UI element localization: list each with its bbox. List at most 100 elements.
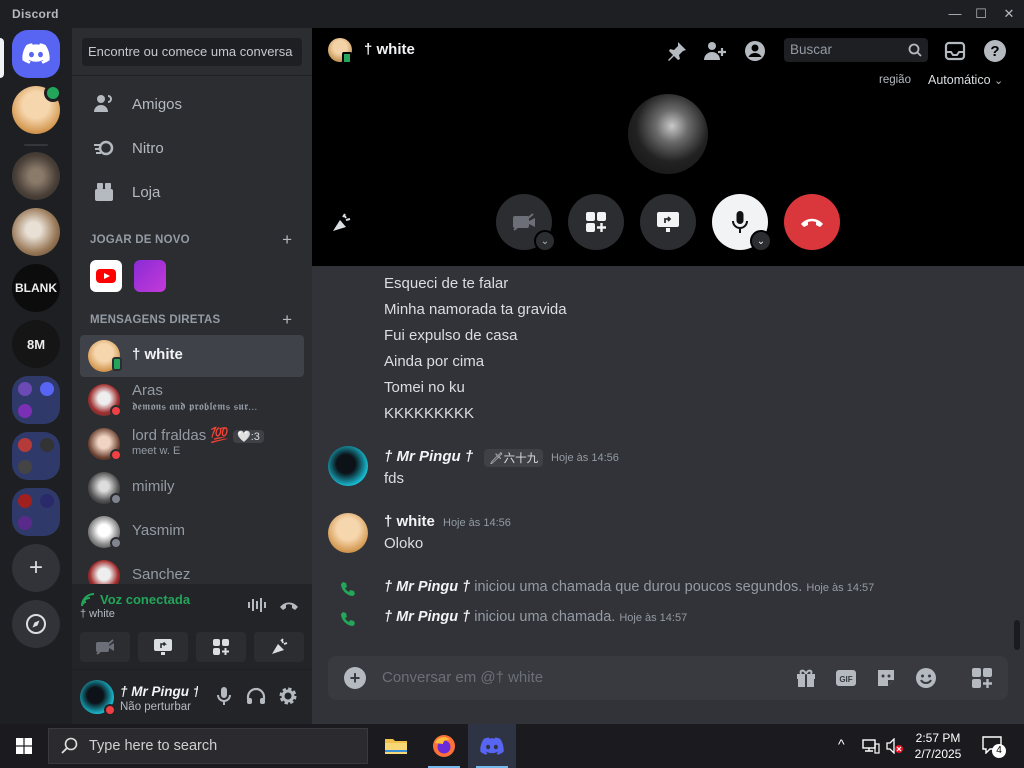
nav-nitro[interactable]: Nitro	[80, 127, 304, 169]
camera-button[interactable]	[80, 632, 130, 662]
sticker-button[interactable]	[874, 666, 898, 690]
dm-item-sanchez[interactable]: Sanchez	[80, 555, 304, 584]
server-icon-bm[interactable]: 8M	[12, 320, 60, 368]
message-text: fds	[384, 470, 405, 487]
discord-taskbar-button[interactable]	[468, 724, 516, 768]
dm-item-mimily[interactable]: mimily	[80, 467, 304, 509]
inbox-icon	[944, 41, 966, 61]
call-participant-avatar[interactable]	[628, 94, 708, 174]
profile-icon	[745, 41, 765, 61]
user-profile-button[interactable]	[742, 38, 768, 64]
maximize-button[interactable]: ☐	[966, 4, 996, 24]
message-author[interactable]: † Mr Pingu †	[384, 448, 473, 465]
explore-servers-button[interactable]	[12, 600, 60, 648]
file-explorer-button[interactable]	[372, 724, 420, 768]
gift-button[interactable]	[794, 666, 818, 690]
game-youtube[interactable]	[90, 260, 122, 292]
message-avatar[interactable]	[328, 513, 368, 553]
close-button[interactable]: ✕	[994, 4, 1024, 24]
message-timestamp: Hoje às 14:56	[443, 517, 511, 529]
header-username[interactable]: † white	[364, 41, 415, 58]
camera-options-button[interactable]: ⌄	[534, 230, 556, 252]
server-icon-dog[interactable]	[12, 208, 60, 256]
noise-suppression-icon[interactable]	[246, 596, 268, 614]
network-icon[interactable]	[862, 738, 880, 754]
system-author[interactable]: † Mr Pingu †	[384, 579, 470, 595]
header-search-input[interactable]: Buscar	[784, 38, 928, 62]
message-text: Fui expulso de casa	[384, 327, 518, 344]
add-server-button[interactable]: +	[12, 544, 60, 592]
soundboard-icon[interactable]	[330, 212, 352, 234]
voice-channel-name: † white	[80, 608, 115, 620]
help-button[interactable]: ?	[982, 38, 1008, 64]
activities-button[interactable]	[196, 632, 246, 662]
server-folder-1[interactable]	[12, 376, 60, 424]
region-select[interactable]: Automático ⌄	[928, 73, 1003, 87]
call-activities-button[interactable]	[568, 194, 624, 250]
message-input[interactable]: Conversar em @† white	[382, 669, 543, 686]
mic-options-button[interactable]: ⌄	[750, 230, 772, 252]
offline-status-icon	[110, 537, 122, 549]
new-dm-button[interactable]: +	[282, 310, 292, 330]
emoji-button[interactable]	[914, 666, 938, 690]
pinned-messages-button[interactable]	[664, 38, 690, 64]
disconnect-icon[interactable]	[278, 598, 300, 612]
start-button[interactable]	[0, 724, 48, 768]
home-button[interactable]	[12, 30, 60, 78]
apps-button[interactable]	[970, 666, 994, 690]
nav-friends[interactable]: Amigos	[80, 83, 304, 125]
play-again-title: JOGAR DE NOVO	[90, 234, 190, 246]
attach-button[interactable]: +	[344, 667, 366, 689]
server-folder-2[interactable]	[12, 432, 60, 480]
game-icon-2[interactable]	[134, 260, 166, 292]
call-camera-button[interactable]: ⌄	[496, 194, 556, 252]
system-text: iniciou uma chamada que durou poucos seg…	[470, 579, 807, 595]
mute-button[interactable]	[212, 684, 236, 708]
inbox-button[interactable]	[942, 38, 968, 64]
chevron-down-icon: ⌄	[756, 235, 766, 247]
main-chat: † white Buscar ? região Automático ⌄ ⌄ ⌄…	[312, 28, 1024, 724]
apps-icon	[972, 668, 992, 688]
message-author[interactable]: † white	[384, 513, 435, 530]
server-folder-3[interactable]	[12, 488, 60, 536]
dm-item-yasmim[interactable]: Yasmim	[80, 511, 304, 553]
play-again-add-button[interactable]: +	[282, 230, 292, 250]
taskbar-search[interactable]: Type here to search	[48, 728, 368, 764]
firefox-button[interactable]	[420, 724, 468, 768]
search-placeholder: Buscar	[790, 42, 833, 57]
deafen-button[interactable]	[244, 684, 268, 708]
dm-item-aras[interactable]: Aras 𝖉𝖊𝖒𝖔𝖓𝖘 𝖆𝖓𝖉 𝖕𝖗𝖔𝖇𝖑𝖊𝖒𝖘 𝖘𝖚𝖗...	[80, 379, 304, 421]
nav-friends-label: Amigos	[132, 95, 183, 113]
call-screen-share-button[interactable]	[640, 194, 696, 250]
notification-center-button[interactable]: 4	[982, 736, 1006, 758]
server-icon-cat[interactable]	[12, 152, 60, 200]
call-mute-button[interactable]: ⌄	[712, 194, 772, 252]
dm-item-white[interactable]: † white	[80, 335, 304, 377]
scrollbar[interactable]	[1014, 620, 1020, 650]
gif-button[interactable]: GIF	[834, 666, 858, 690]
message-text: Esqueci de te falar	[384, 275, 509, 292]
message-avatar[interactable]	[328, 446, 368, 486]
clan-badge[interactable]: 🗡六十九	[484, 449, 544, 467]
dm-item-lord-fraldas[interactable]: lord fraldas 💯 🤍:3 meet w. E	[80, 423, 304, 465]
dm-avatar-white[interactable]	[12, 84, 62, 134]
add-friends-to-dm-button[interactable]	[702, 38, 728, 64]
microphone-icon	[732, 211, 748, 233]
screen-share-button[interactable]	[138, 632, 188, 662]
call-disconnect-button[interactable]	[784, 194, 840, 250]
dm-name: Yasmim	[132, 522, 186, 539]
system-timestamp: Hoje às 14:57	[619, 612, 688, 624]
server-icon-blank[interactable]: BLANK	[12, 264, 60, 312]
nav-shop[interactable]: Loja	[80, 171, 304, 213]
dm-search-input[interactable]: Encontre ou comece uma conversa	[82, 38, 302, 66]
chevron-up-icon[interactable]: ^	[838, 736, 845, 752]
system-clock[interactable]: 2:57 PM 2/7/2025	[906, 730, 970, 762]
notification-count: 4	[992, 744, 1006, 758]
volume-muted-icon[interactable]	[886, 738, 904, 754]
dm-tag: 🤍:3	[233, 430, 264, 443]
settings-button[interactable]	[276, 684, 300, 708]
pin-icon	[668, 42, 686, 61]
soundboard-button[interactable]	[254, 632, 304, 662]
gear-icon	[279, 687, 297, 705]
system-author[interactable]: † Mr Pingu †	[384, 609, 470, 625]
